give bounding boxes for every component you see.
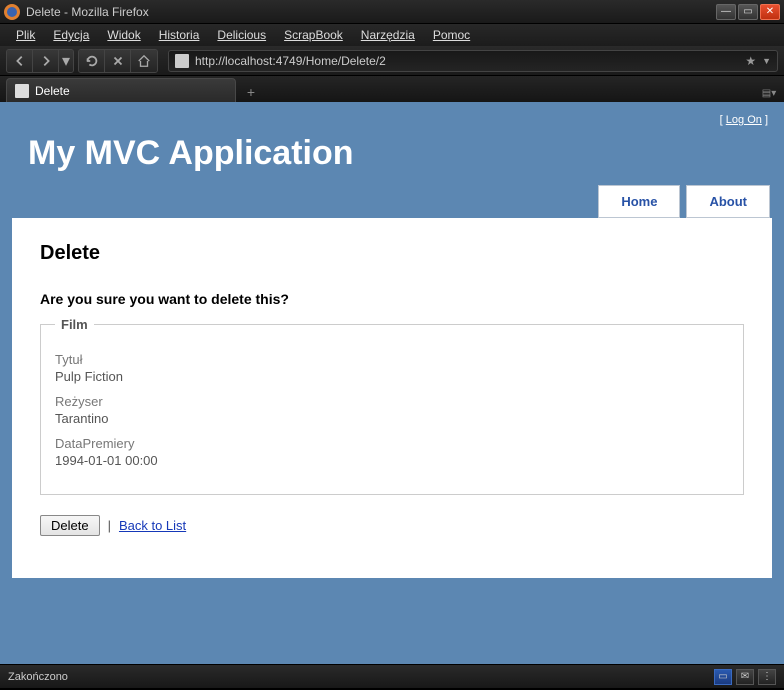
close-button[interactable]: ✕ [760,4,780,20]
bookmark-star-icon[interactable]: ★ [745,54,756,68]
tab-delete[interactable]: Delete [6,78,236,102]
page-heading: Delete [40,242,744,265]
menu-scrapbook[interactable]: ScrapBook [276,26,351,44]
menu-edycja[interactable]: Edycja [45,26,97,44]
stop-button[interactable] [105,50,131,72]
toolbar: ▾ http://localhost:4749/Home/Delete/2 ★ … [0,46,784,76]
field-title-label: Tytuł [55,352,729,367]
maximize-button[interactable]: ▭ [738,4,758,20]
home-button[interactable] [131,50,157,72]
status-text: Zakończono [8,671,68,683]
new-tab-button[interactable]: + [240,82,262,102]
tab-bar: Delete + ▤▾ [0,76,784,102]
tab-title: Delete [35,84,70,98]
tab-page-icon [15,84,29,98]
field-director-value: Tarantino [55,411,729,426]
forward-dropdown[interactable]: ▾ [59,50,73,72]
menu-historia[interactable]: Historia [151,26,208,44]
back-to-list-link[interactable]: Back to List [119,518,186,533]
nav-about[interactable]: About [686,185,770,218]
logon-link[interactable]: Log On [726,114,762,126]
browser-window: Delete - Mozilla Firefox — ▭ ✕ Plik Edyc… [0,0,784,690]
status-monitor-icon[interactable]: ▭ [714,669,732,685]
main-panel: Delete Are you sure you want to delete t… [12,218,772,578]
action-separator: | [108,518,111,533]
field-title-value: Pulp Fiction [55,369,729,384]
content-area: [ Log On ] My MVC Application Home About… [0,102,784,664]
login-area: [ Log On ] [12,108,772,128]
firefox-icon [4,4,20,20]
url-bar[interactable]: http://localhost:4749/Home/Delete/2 ★ ▼ [168,50,778,72]
field-date-value: 1994-01-01 00:00 [55,453,729,468]
actions-row: Delete | Back to List [40,515,744,536]
back-button[interactable] [7,50,33,72]
nav-home[interactable]: Home [598,185,680,218]
menu-widok[interactable]: Widok [99,26,148,44]
page-body: [ Log On ] My MVC Application Home About… [0,102,784,664]
window-title: Delete - Mozilla Firefox [26,5,716,19]
app-title: My MVC Application [12,128,772,185]
status-mail-icon[interactable]: ✉ [736,669,754,685]
forward-button[interactable] [33,50,59,72]
film-fieldset: Film Tytuł Pulp Fiction Reżyser Tarantin… [40,317,744,495]
nav-menu: Home About [12,185,772,218]
tab-menu-button[interactable]: ▤▾ [760,84,778,102]
fieldset-legend: Film [55,317,94,332]
field-date-label: DataPremiery [55,436,729,451]
menubar: Plik Edycja Widok Historia Delicious Scr… [0,24,784,46]
delete-button[interactable]: Delete [40,515,100,536]
menu-pomoc[interactable]: Pomoc [425,26,478,44]
status-bar: Zakończono ▭ ✉ ⋮ [0,664,784,688]
page-icon [175,54,189,68]
titlebar: Delete - Mozilla Firefox — ▭ ✕ [0,0,784,24]
url-text: http://localhost:4749/Home/Delete/2 [195,54,739,68]
menu-delicious[interactable]: Delicious [209,26,274,44]
field-director-label: Reżyser [55,394,729,409]
minimize-button[interactable]: — [716,4,736,20]
menu-plik[interactable]: Plik [8,26,43,44]
url-dropdown-icon[interactable]: ▼ [762,56,771,66]
menu-narzedzia[interactable]: Narzędzia [353,26,423,44]
confirm-text: Are you sure you want to delete this? [40,291,744,307]
status-addon-icon[interactable]: ⋮ [758,669,776,685]
reload-button[interactable] [79,50,105,72]
